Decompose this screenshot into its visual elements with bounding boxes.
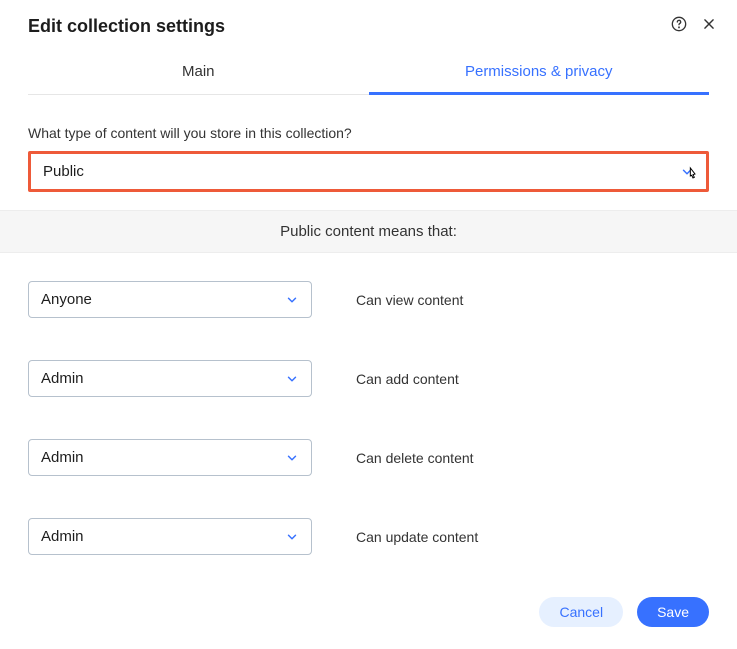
- tab-permissions-label: Permissions & privacy: [465, 63, 613, 80]
- perm-add-desc: Can add content: [356, 371, 459, 387]
- cancel-button-label: Cancel: [559, 604, 603, 620]
- chevron-down-icon: [285, 451, 299, 465]
- modal-title: Edit collection settings: [28, 16, 709, 37]
- chevron-down-icon: [285, 293, 299, 307]
- permission-rows: Anyone Can view content Admin Can add co…: [28, 281, 709, 555]
- public-content-banner: Public content means that:: [0, 210, 737, 253]
- content-type-highlight: Public: [28, 151, 709, 192]
- content-type-value: Public: [43, 163, 84, 180]
- perm-view-select[interactable]: Anyone: [28, 281, 312, 318]
- perm-delete-desc: Can delete content: [356, 450, 474, 466]
- save-button[interactable]: Save: [637, 597, 709, 627]
- modal-footer: Cancel Save: [0, 597, 737, 649]
- close-icon[interactable]: [701, 16, 717, 32]
- perm-view-value: Anyone: [41, 291, 92, 308]
- perm-update-select[interactable]: Admin: [28, 518, 312, 555]
- chevron-down-icon: [680, 165, 694, 179]
- perm-row-view: Anyone Can view content: [28, 281, 709, 318]
- content-type-label: What type of content will you store in t…: [28, 125, 709, 141]
- modal-header: Edit collection settings Main Permission…: [0, 0, 737, 95]
- cancel-button[interactable]: Cancel: [539, 597, 623, 627]
- tab-permissions[interactable]: Permissions & privacy: [369, 49, 710, 94]
- perm-add-value: Admin: [41, 370, 84, 387]
- tab-main[interactable]: Main: [28, 49, 369, 94]
- modal-body: What type of content will you store in t…: [0, 95, 737, 555]
- perm-row-delete: Admin Can delete content: [28, 439, 709, 476]
- perm-delete-select[interactable]: Admin: [28, 439, 312, 476]
- perm-row-add: Admin Can add content: [28, 360, 709, 397]
- save-button-label: Save: [657, 604, 689, 620]
- perm-row-update: Admin Can update content: [28, 518, 709, 555]
- tabs: Main Permissions & privacy: [28, 49, 709, 95]
- perm-update-value: Admin: [41, 528, 84, 545]
- chevron-down-icon: [285, 530, 299, 544]
- chevron-down-icon: [285, 372, 299, 386]
- perm-add-select[interactable]: Admin: [28, 360, 312, 397]
- edit-collection-modal: Edit collection settings Main Permission…: [0, 0, 737, 649]
- tab-main-label: Main: [182, 63, 215, 80]
- perm-delete-value: Admin: [41, 449, 84, 466]
- perm-update-desc: Can update content: [356, 529, 478, 545]
- perm-view-desc: Can view content: [356, 292, 463, 308]
- content-type-select[interactable]: Public: [31, 154, 706, 189]
- header-actions: [671, 16, 717, 32]
- help-icon[interactable]: [671, 16, 687, 32]
